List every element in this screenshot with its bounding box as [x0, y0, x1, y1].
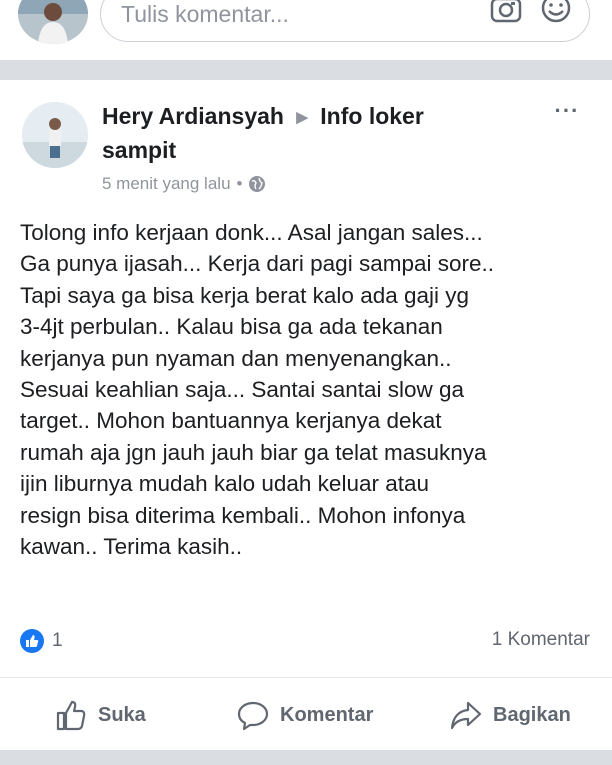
comment-count-link[interactable]: 1 Komentar	[492, 629, 590, 651]
thumbs-up-icon	[26, 635, 39, 647]
post-meta: 5 menit yang lalu •	[102, 174, 266, 194]
post-text-line: ijin liburnya mudah kalo udah keluar ata…	[20, 471, 430, 497]
share-button[interactable]: Bagikan	[449, 698, 571, 732]
author-name[interactable]: Hery Ardiansyah	[102, 103, 284, 129]
like-button[interactable]: Suka	[54, 698, 146, 732]
post-text-line: resign bisa diterima kembali.. Mohon inf…	[20, 502, 466, 528]
globe-icon	[249, 176, 266, 192]
post-text-line: kawan.. Terima kasih..	[20, 533, 243, 559]
author-avatar-image	[22, 102, 88, 168]
more-options-button[interactable]: ···	[550, 98, 584, 123]
avatar	[18, 0, 88, 44]
post-card: Hery Ardiansyah ▶ Info loker sampit ··· …	[0, 80, 612, 750]
post-text-line: Tolong info kerjaan donk... Asal jangan …	[20, 220, 483, 245]
post-body: Tolong info kerjaan donk... Asal jangan …	[20, 217, 600, 562]
post-time[interactable]: 5 menit yang lalu	[102, 174, 231, 194]
post-text-line: 3-4jt perbulan.. Kalau bisa ga ada tekan…	[20, 314, 443, 340]
post-text-line: target.. Mohon bantuannya kerjanya dekat	[20, 408, 442, 434]
smiley-icon[interactable]	[539, 0, 573, 25]
thumbs-up-outline-icon	[56, 700, 86, 731]
avatar-image	[18, 0, 88, 44]
comment-button[interactable]: Komentar	[236, 698, 373, 732]
author-avatar[interactable]	[22, 102, 88, 168]
like-count: 1	[52, 630, 63, 651]
post-text-line: rumah aja jgn jauh jauh biar ga telat ma…	[20, 439, 487, 465]
post-text-line: Ga punya ijasah... Kerja dari pagi sampa…	[20, 251, 495, 277]
comment-input[interactable]: Tulis komentar...	[100, 0, 590, 42]
comment-bubble-icon	[237, 701, 269, 731]
like-reaction-icon	[20, 629, 44, 653]
post-header: Hery Ardiansyah ▶ Info loker sampit	[102, 100, 502, 166]
camera-icon[interactable]	[489, 0, 523, 25]
share-arrow-icon	[450, 701, 482, 730]
comment-composer: Tulis komentar...	[0, 0, 612, 60]
divider	[0, 677, 612, 678]
post-text-line: kerjanya pun nyaman dan menyenangkan..	[20, 345, 452, 371]
meta-separator: •	[236, 174, 243, 193]
share-button-label: Bagikan	[493, 703, 571, 726]
reaction-summary[interactable]: 1	[20, 629, 63, 653]
comment-button-label: Komentar	[280, 703, 374, 726]
post-actions: Suka Komentar Bagikan	[0, 698, 612, 738]
arrow-right-icon: ▶	[296, 109, 308, 126]
comment-placeholder: Tulis komentar...	[121, 1, 289, 27]
post-text-line: Tapi saya ga bisa kerja berat kalo ada g…	[20, 282, 470, 308]
post-text-line: Sesuai keahlian saja... Santai santai sl…	[20, 376, 465, 402]
like-button-label: Suka	[98, 703, 146, 726]
